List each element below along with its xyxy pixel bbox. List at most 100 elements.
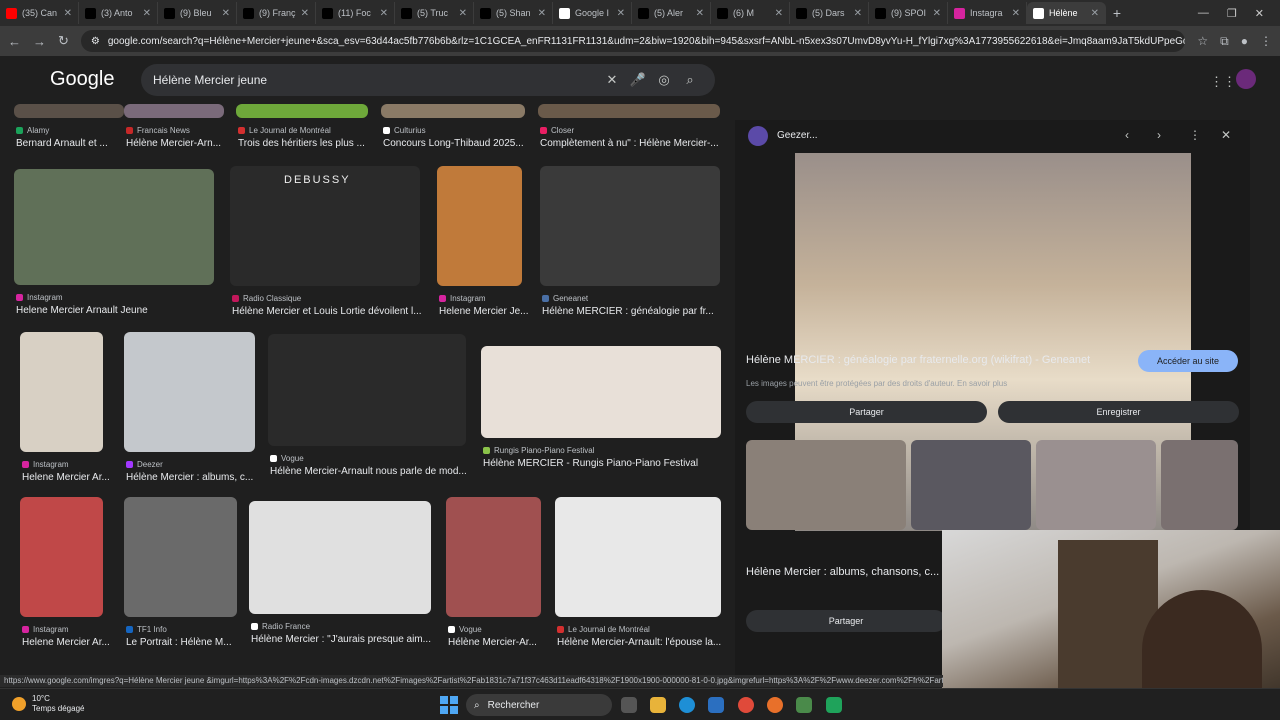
result-thumbnail[interactable] (437, 166, 522, 286)
next-icon[interactable]: › (1157, 128, 1161, 142)
minimize-icon[interactable]: — (1198, 7, 1209, 20)
tab[interactable]: (5) Aler ✕ (632, 2, 711, 24)
close-tab-icon[interactable]: ✕ (854, 8, 862, 19)
result-thumbnail[interactable] (446, 497, 541, 617)
result-title[interactable]: Trois des héritiers les plus ... (238, 138, 370, 149)
tab[interactable]: (5) Dars ✕ (790, 2, 869, 24)
tab[interactable]: (35) Can ✕ (0, 2, 79, 24)
visit-site-button[interactable]: Accéder au site (1138, 350, 1238, 372)
taskbar-search[interactable]: ⌕ Rechercher (466, 694, 612, 716)
result-source[interactable]: Alamy (16, 126, 49, 135)
result-title[interactable]: Hélène Mercier-Arnault nous parle de mod… (270, 466, 468, 477)
result-thumbnail[interactable] (381, 104, 525, 118)
result-thumbnail[interactable] (236, 104, 368, 118)
search-input[interactable]: Hélène Mercier jeune (153, 73, 599, 87)
back-icon[interactable]: ← (8, 34, 21, 49)
result-thumbnail[interactable] (249, 501, 431, 614)
result-source[interactable]: Instagram (16, 293, 63, 302)
result-thumbnail[interactable] (20, 332, 103, 452)
menu-icon[interactable]: ⋮ (1260, 34, 1272, 48)
tab[interactable]: (5) Shan ✕ (474, 2, 553, 24)
related-title[interactable]: Hélène Mercier : albums, chansons, c... (746, 566, 939, 578)
result-title[interactable]: Hélène Mercier : albums, c... (126, 472, 257, 483)
close-preview-icon[interactable]: ✕ (1221, 128, 1231, 142)
result-title[interactable]: Hélène MERCIER - Rungis Piano-Piano Fest… (483, 458, 723, 469)
result-source[interactable]: Le Journal de Montréal (238, 126, 331, 135)
close-tab-icon[interactable]: ✕ (933, 8, 941, 19)
mic-icon[interactable]: 🎤 (625, 72, 651, 88)
result-source[interactable]: Francais News (126, 126, 190, 135)
tab[interactable]: (11) Foc ✕ (316, 2, 395, 24)
result-thumbnail[interactable] (268, 334, 466, 446)
result-thumbnail[interactable] (555, 497, 721, 617)
app-icon[interactable] (826, 697, 842, 713)
close-tab-icon[interactable]: ✕ (1012, 8, 1020, 19)
result-title[interactable]: Complètement à nu" : Hélène Mercier-... (540, 138, 722, 149)
related-image[interactable] (1036, 440, 1156, 530)
store-icon[interactable] (708, 697, 724, 713)
close-tab-icon[interactable]: ✕ (538, 8, 546, 19)
chrome-icon[interactable] (738, 697, 754, 713)
result-title[interactable]: Hélène Mercier-Ar... (448, 637, 548, 648)
result-thumbnail[interactable] (14, 169, 214, 285)
avatar[interactable] (1236, 69, 1256, 89)
result-title[interactable]: Hélène Mercier-Arnault: l'épouse la... (557, 637, 723, 648)
profile-icon[interactable]: ● (1241, 34, 1248, 48)
tab[interactable]: (9) SPOI ✕ (869, 2, 948, 24)
tab[interactable]: (9) Franç ✕ (237, 2, 316, 24)
weather-widget[interactable]: 10°C Temps dégagé (12, 694, 84, 714)
result-source[interactable]: Instagram (22, 460, 69, 469)
result-title[interactable]: Le Portrait : Hélène M... (126, 637, 239, 648)
result-source[interactable]: Radio Classique (232, 294, 301, 303)
preview-title[interactable]: Hélène MERCIER : généalogie par fraterne… (746, 354, 1126, 366)
more-options-icon[interactable]: ⋮ (1189, 128, 1201, 142)
close-tab-icon[interactable]: ✕ (64, 8, 72, 19)
result-title[interactable]: Helene Mercier Arnault Jeune (16, 305, 216, 316)
result-source[interactable]: Vogue (270, 454, 304, 463)
result-title[interactable]: Hélène Mercier : "J'aurais presque aim..… (251, 634, 433, 645)
result-thumbnail[interactable] (124, 104, 224, 118)
edge-icon[interactable] (679, 697, 695, 713)
google-logo[interactable]: Google (50, 68, 115, 91)
tab[interactable]: (3) Anto ✕ (79, 2, 158, 24)
related-image[interactable] (1161, 440, 1238, 530)
result-thumbnail[interactable] (540, 166, 720, 286)
forward-icon[interactable]: → (33, 34, 46, 49)
result-thumbnail[interactable]: DEBUSSY (230, 166, 420, 286)
close-tab-icon[interactable]: ✕ (301, 8, 309, 19)
tab[interactable]: Google I ✕ (553, 2, 632, 24)
search-box[interactable]: Hélène Mercier jeune ✕ 🎤 ◎ ⌕ (141, 64, 715, 96)
close-window-icon[interactable]: ✕ (1255, 7, 1264, 20)
lens-icon[interactable]: ◎ (651, 72, 677, 88)
search-icon[interactable]: ⌕ (677, 72, 703, 88)
result-title[interactable]: Hélène Mercier et Louis Lortie dévoilent… (232, 306, 422, 317)
extensions-icon[interactable]: ⧉ (1220, 34, 1229, 49)
result-source[interactable]: Deezer (126, 460, 163, 469)
result-title[interactable]: Hélène MERCIER : généalogie par fr... (542, 306, 722, 317)
result-thumbnail[interactable] (538, 104, 720, 118)
save-button[interactable]: Enregistrer (998, 401, 1239, 423)
close-tab-icon[interactable]: ✕ (617, 8, 625, 19)
close-tab-icon[interactable]: ✕ (775, 8, 783, 19)
result-title[interactable]: Helene Mercier Ar... (22, 472, 122, 483)
file-explorer-icon[interactable] (650, 697, 666, 713)
bookmark-star-icon[interactable]: ☆ (1197, 34, 1208, 48)
result-source[interactable]: Rungis Piano-Piano Festival (483, 446, 595, 455)
result-source[interactable]: Geneanet (542, 294, 588, 303)
result-title[interactable]: Helene Mercier Ar... (22, 637, 122, 648)
result-title[interactable]: Helene Mercier Je... (439, 306, 539, 317)
windows-start-icon[interactable] (440, 696, 458, 714)
tab[interactable]: Hélène ✕ (1027, 2, 1106, 24)
tab[interactable]: (9) Bleu ✕ (158, 2, 237, 24)
result-source[interactable]: Instagram (439, 294, 486, 303)
app-icon[interactable] (796, 697, 812, 713)
related-share-button[interactable]: Partager (746, 610, 946, 632)
maximize-icon[interactable]: ❐ (1227, 7, 1237, 20)
result-title[interactable]: Concours Long-Thibaud 2025... (383, 138, 527, 149)
close-tab-icon[interactable]: ✕ (222, 8, 230, 19)
task-view-icon[interactable] (621, 697, 637, 713)
firefox-icon[interactable] (767, 697, 783, 713)
tab[interactable]: Instagra ✕ (948, 2, 1027, 24)
result-thumbnail[interactable] (20, 497, 103, 617)
result-source[interactable]: Vogue (448, 625, 482, 634)
